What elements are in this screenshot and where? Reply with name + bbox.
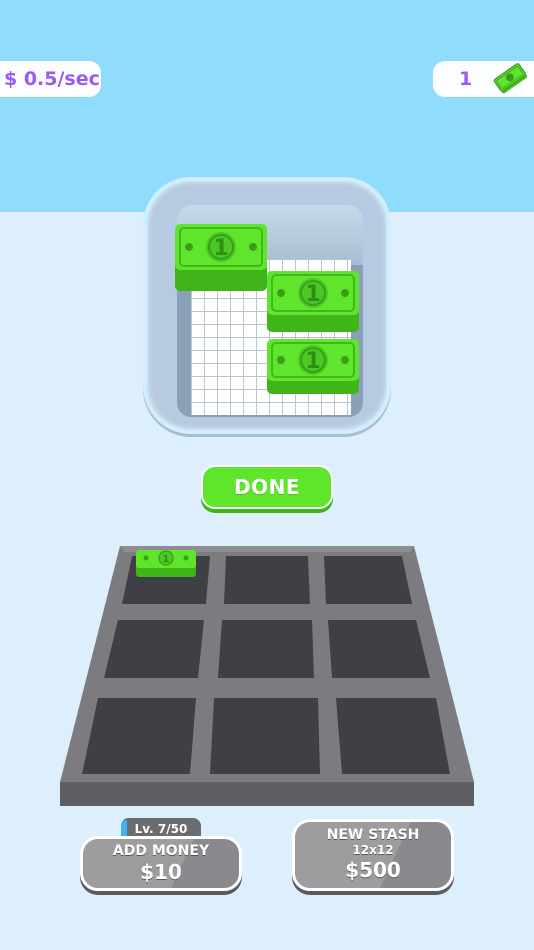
bill-value-text: 1 [305, 349, 320, 374]
board-slot[interactable] [210, 698, 320, 774]
board-bill-value: 1 [163, 554, 170, 565]
new-stash-button[interactable]: NEW STASH 12x12 $500 [292, 819, 454, 891]
cash-amount: 1 [459, 68, 473, 90]
board-slot[interactable] [82, 698, 196, 774]
merge-board[interactable]: 1 [58, 544, 476, 808]
cash-counter: 1 [433, 61, 534, 97]
bill-in-stash[interactable]: 1 [174, 223, 268, 293]
cash-stack-icon [493, 63, 528, 94]
done-button-label: DONE [233, 475, 300, 499]
income-rate-text: $ 0.5/sec [4, 68, 100, 90]
board-slot[interactable] [328, 620, 430, 678]
new-stash-size: 12x12 [352, 843, 394, 857]
new-stash-label: NEW STASH [326, 827, 420, 843]
level-text: Lv. 7/50 [134, 822, 188, 836]
bill-value-text: 1 [213, 236, 228, 261]
done-button[interactable]: DONE [201, 465, 333, 509]
add-money-button[interactable]: ADD MONEY $10 [80, 836, 242, 891]
board-slot[interactable] [336, 698, 450, 774]
board-slot[interactable] [224, 556, 310, 604]
board-slot[interactable] [104, 620, 204, 678]
bill-on-board[interactable]: 1 [136, 550, 196, 577]
add-money-price: $10 [140, 859, 182, 884]
board-slot[interactable] [218, 620, 314, 678]
bill-in-stash[interactable]: 1 [266, 270, 360, 334]
add-money-label: ADD MONEY [112, 842, 210, 859]
new-stash-price: $500 [345, 858, 401, 882]
board-slot[interactable] [324, 556, 412, 604]
income-rate-display: $ 0.5/sec [0, 61, 101, 97]
bill-in-stash[interactable]: 1 [266, 338, 360, 396]
bill-value-text: 1 [305, 282, 320, 307]
